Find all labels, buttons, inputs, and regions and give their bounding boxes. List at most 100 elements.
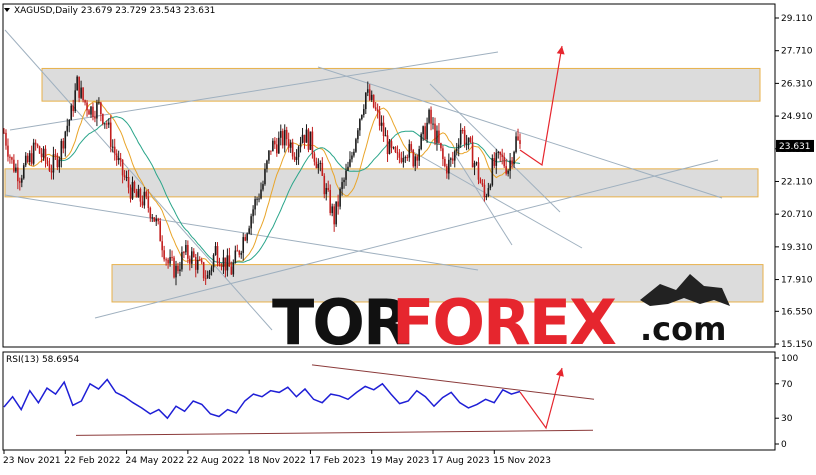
candle-body <box>72 105 74 112</box>
price-tick-label: 26.310 <box>781 79 813 89</box>
candle-body <box>236 250 239 252</box>
candle-body <box>368 89 371 100</box>
candle-body <box>426 122 428 140</box>
candle-body <box>444 159 446 167</box>
candle-body <box>507 170 509 174</box>
candle-body <box>475 162 478 164</box>
candle-body <box>455 148 458 152</box>
candle-body <box>167 259 169 264</box>
candle-body <box>68 120 71 126</box>
candle-body <box>297 147 300 158</box>
price-tick-label: 20.710 <box>781 210 813 220</box>
candle-body <box>42 148 45 158</box>
candle-body <box>378 111 381 126</box>
candle-body <box>133 181 136 192</box>
candle-body <box>519 140 521 144</box>
candle-body <box>307 129 310 150</box>
date-tick-label: 17 Aug 2023 <box>432 456 490 466</box>
candle-body <box>483 184 486 198</box>
candle-body <box>200 260 203 263</box>
candle-body <box>287 139 290 148</box>
candle-body <box>355 139 357 152</box>
candle-body <box>163 250 165 260</box>
candle-body <box>392 147 395 149</box>
candle-body <box>315 161 318 169</box>
candle-body <box>422 126 424 135</box>
price-chart[interactable]: 29.11027.71026.31024.91023.51022.11020.7… <box>0 0 816 471</box>
candle-body <box>74 90 76 112</box>
candle-body <box>206 275 209 279</box>
candle-body <box>40 153 43 158</box>
candle-body <box>70 105 73 121</box>
candle-body <box>36 144 39 147</box>
candle-body <box>159 221 161 242</box>
candle-body <box>281 131 284 146</box>
candle-body <box>181 252 183 270</box>
candle-body <box>137 188 140 198</box>
candle-body <box>388 141 391 154</box>
candle-body <box>157 218 160 222</box>
candle-body <box>66 125 69 132</box>
candle-body <box>436 130 438 143</box>
candle-body <box>117 158 120 161</box>
candle-body <box>248 228 250 234</box>
candle-body <box>125 177 128 179</box>
candle-body <box>353 151 355 156</box>
candle-body <box>410 144 413 150</box>
candle-body <box>467 137 470 143</box>
candle-body <box>32 142 35 164</box>
candle-body <box>147 196 150 208</box>
rsi-tick-label: 30 <box>781 414 793 424</box>
candle-body <box>214 246 217 255</box>
candle-body <box>94 116 96 119</box>
candle-body <box>309 131 312 150</box>
candle-body <box>204 278 207 280</box>
candle-body <box>121 159 124 176</box>
candle-body <box>317 164 320 169</box>
candle-body <box>161 241 163 251</box>
candle-body <box>493 158 496 166</box>
candle-body <box>216 246 219 263</box>
candle-body <box>272 140 274 152</box>
candle-body <box>194 257 197 270</box>
candle-body <box>226 255 229 271</box>
candle-body <box>145 191 148 197</box>
candle-body <box>276 144 278 154</box>
candle-body <box>24 155 27 166</box>
candle-body <box>149 207 152 218</box>
candle-body <box>222 257 225 267</box>
candle-body <box>9 156 11 158</box>
candle-body <box>386 135 389 154</box>
candle-body <box>123 175 126 178</box>
candle-body <box>420 134 422 150</box>
candle-body <box>497 151 500 153</box>
candle-body <box>250 216 252 229</box>
candle-body <box>339 189 341 207</box>
candle-body <box>398 153 401 158</box>
candle-body <box>274 140 276 145</box>
candle-body <box>84 100 86 103</box>
candle-body <box>335 201 337 225</box>
candle-body <box>428 109 430 123</box>
candle-body <box>102 114 104 124</box>
candle-body <box>15 167 17 172</box>
candle-body <box>511 160 513 165</box>
candle-body <box>224 257 227 271</box>
candle-body <box>64 131 67 149</box>
candle-body <box>109 122 112 147</box>
candle-body <box>173 257 175 278</box>
candle-body <box>183 252 185 254</box>
candle-body <box>20 178 23 183</box>
candle-body <box>359 119 361 131</box>
rsi-tick-label: 100 <box>781 354 798 364</box>
candle-body <box>107 122 110 125</box>
candle-body <box>438 130 440 143</box>
candle-body <box>434 123 436 143</box>
candle-body <box>175 265 177 278</box>
candle-body <box>234 250 237 263</box>
candle-body <box>372 94 375 108</box>
candle-body <box>311 131 314 154</box>
candle-body <box>5 132 7 146</box>
candle-body <box>349 159 351 167</box>
candle-body <box>505 166 507 174</box>
